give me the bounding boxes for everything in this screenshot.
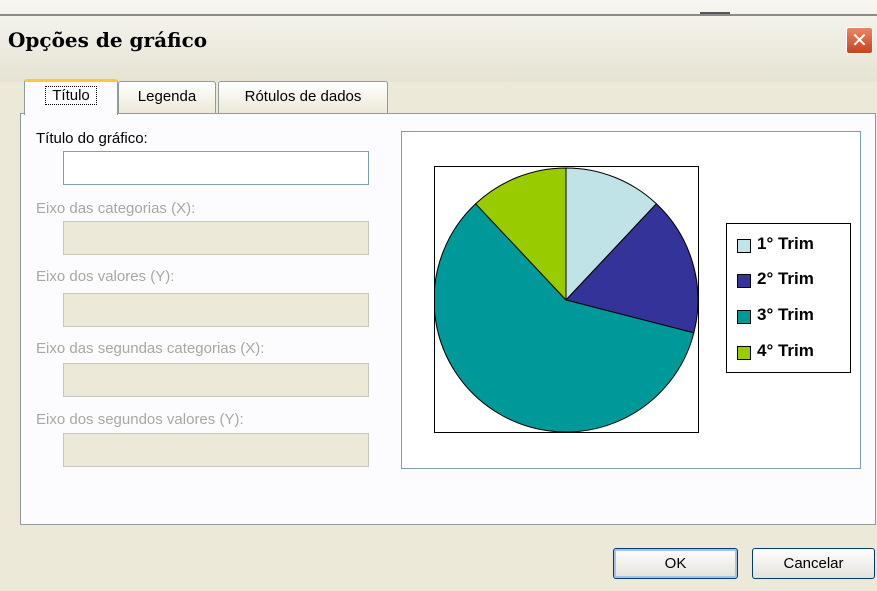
cancel-button[interactable]: Cancelar bbox=[752, 548, 875, 579]
tab-rotulos-de-dados-label: Rótulos de dados bbox=[244, 88, 362, 105]
chart-legend: 1° Trim 2° Trim 3° Trim 4° Trim bbox=[726, 223, 851, 373]
secondary-value-axis-field bbox=[63, 433, 369, 467]
legend-swatch-2 bbox=[737, 274, 751, 288]
legend-label-1: 1° Trim bbox=[757, 234, 814, 253]
chart-title-field[interactable] bbox=[63, 151, 369, 185]
chart-title-input[interactable] bbox=[64, 152, 368, 184]
value-axis-field bbox=[63, 293, 369, 327]
title-bar: Opções de gráfico ✕ bbox=[0, 0, 877, 82]
legend-label-2: 2° Trim bbox=[757, 269, 814, 288]
tab-legenda[interactable]: Legenda bbox=[118, 81, 216, 113]
title-bar-divider bbox=[0, 14, 877, 16]
tab-rotulos-de-dados[interactable]: Rótulos de dados bbox=[218, 81, 388, 113]
tab-titulo-label: Título bbox=[45, 86, 97, 105]
close-icon[interactable]: ✕ bbox=[846, 27, 873, 54]
tab-legenda-label: Legenda bbox=[137, 88, 197, 105]
secondary-category-axis-label: Eixo das segundas categorias (X): bbox=[36, 340, 265, 357]
value-axis-label: Eixo dos valores (Y): bbox=[36, 268, 175, 285]
plot-area bbox=[433, 166, 699, 433]
pie-chart bbox=[433, 167, 699, 433]
window-title: Opções de gráfico bbox=[8, 28, 208, 52]
category-axis-label: Eixo das categorias (X): bbox=[36, 200, 196, 217]
tab-titulo[interactable]: Título bbox=[24, 79, 118, 115]
chart-title-label: Título do gráfico: bbox=[36, 130, 148, 147]
secondary-category-axis-field bbox=[63, 363, 369, 397]
title-bar-mark bbox=[700, 12, 730, 14]
secondary-value-axis-label: Eixo dos segundos valores (Y): bbox=[36, 411, 244, 428]
legend-swatch-3 bbox=[737, 310, 751, 324]
legend-label-3: 3° Trim bbox=[757, 305, 814, 324]
ok-button[interactable]: OK bbox=[613, 548, 738, 579]
legend-swatch-4 bbox=[737, 346, 751, 360]
legend-label-4: 4° Trim bbox=[757, 341, 814, 360]
category-axis-field bbox=[63, 221, 369, 255]
legend-swatch-1 bbox=[737, 239, 751, 253]
